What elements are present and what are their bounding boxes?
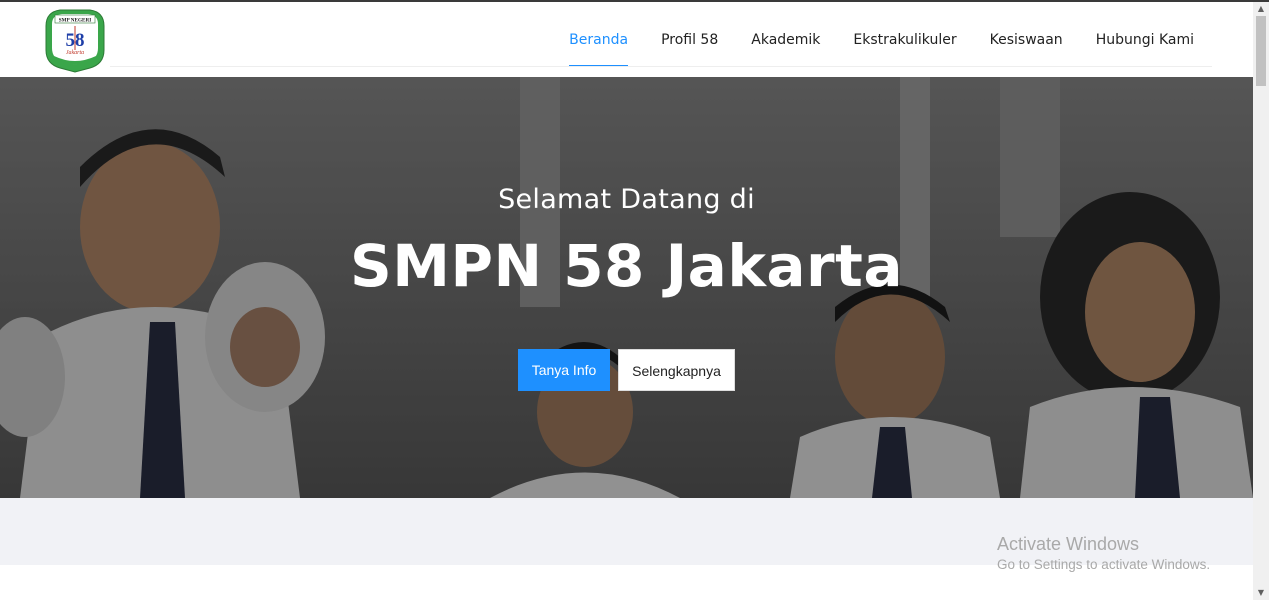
scroll-up-arrow-icon[interactable]: ▲ [1253, 2, 1269, 16]
nav-item-hubungi-kami[interactable]: Hubungi Kami [1096, 2, 1194, 66]
watermark-subtitle: Go to Settings to activate Windows. [997, 557, 1211, 572]
hero-banner: Selamat Datang di SMPN 58 Jakarta Tanya … [0, 77, 1253, 498]
nav-divider [110, 66, 1212, 67]
main-navigation: Beranda Profil 58 Akademik Ekstrakulikul… [536, 2, 1194, 66]
tanya-info-button[interactable]: Tanya Info [518, 349, 610, 391]
nav-item-akademik[interactable]: Akademik [751, 2, 820, 66]
logo-top-text: SMP NEGERI [59, 18, 91, 24]
hero-button-group: Tanya Info Selengkapnya [518, 349, 735, 391]
scroll-down-arrow-icon[interactable]: ▼ [1253, 586, 1269, 600]
hero-subtitle: Selamat Datang di [498, 184, 755, 215]
logo-script: Jakarta [66, 50, 84, 56]
school-crest-logo-icon: SMP NEGERI 58 Jakarta [45, 9, 105, 73]
activate-windows-watermark: Activate Windows Go to Settings to activ… [997, 534, 1210, 575]
nav-item-kesiswaan[interactable]: Kesiswaan [990, 2, 1063, 66]
selengkapnya-button[interactable]: Selengkapnya [618, 349, 735, 391]
school-logo[interactable]: SMP NEGERI 58 Jakarta [40, 6, 110, 73]
nav-item-profil-58[interactable]: Profil 58 [661, 2, 718, 66]
hero-title: SMPN 58 Jakarta [349, 232, 904, 300]
nav-item-beranda[interactable]: Beranda [569, 2, 628, 66]
nav-item-ekstrakulikuler[interactable]: Ekstrakulikuler [853, 2, 956, 66]
watermark-title: Activate Windows [997, 534, 1140, 554]
scroll-thumb[interactable] [1256, 16, 1266, 86]
site-header: SMP NEGERI 58 Jakarta Beranda Profil 58 … [0, 2, 1253, 77]
page-scrollbar[interactable]: ▲ ▼ [1253, 2, 1269, 600]
